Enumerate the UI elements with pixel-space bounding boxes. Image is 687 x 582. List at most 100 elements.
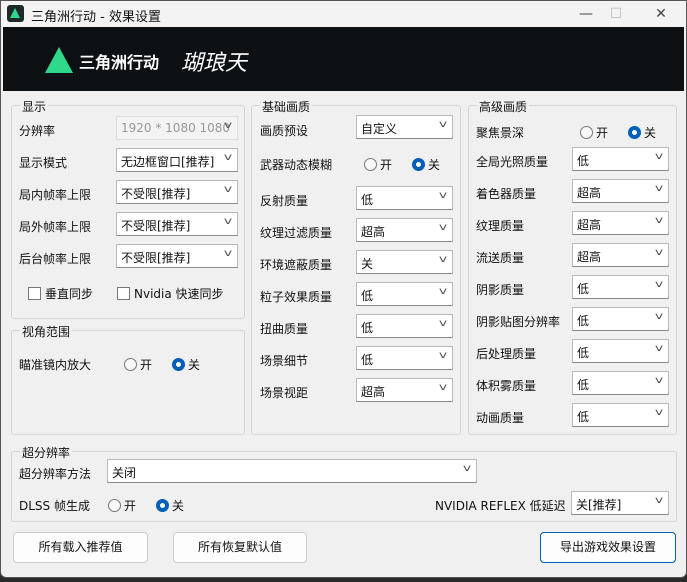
radio-label: 关: [172, 499, 185, 513]
chevron-down-icon: v: [438, 350, 448, 361]
export-settings-button[interactable]: 导出游戏效果设置: [540, 532, 676, 563]
motion-blur-on-radio[interactable]: 开: [364, 156, 392, 173]
chevron-down-icon: v: [654, 407, 664, 418]
select-value: 超高: [577, 186, 602, 200]
setting-select[interactable]: 1920 * 1080 1080 v: [116, 116, 238, 140]
setting-select[interactable]: 低v: [572, 307, 669, 331]
maximize-button[interactable]: ☐: [601, 4, 631, 24]
chevron-down-icon: v: [438, 286, 448, 297]
group-title: 基础画质: [260, 98, 313, 115]
setting-select[interactable]: 低v: [572, 403, 669, 427]
minimize-button[interactable]: —: [571, 4, 601, 24]
dlss-off-radio[interactable]: 关: [156, 497, 184, 514]
setting-select[interactable]: 超高 v: [572, 179, 669, 203]
sr-method-select[interactable]: 关闭 v: [107, 459, 477, 483]
setting-label: 阴影贴图分辨率: [476, 315, 561, 329]
dof-on-radio[interactable]: 开: [580, 124, 608, 141]
setting-label: 粒子效果质量: [260, 290, 333, 304]
select-value: 不受限[推荐]: [121, 219, 191, 233]
chevron-down-icon: v: [438, 119, 448, 130]
scope-zoom-label: 瞄准镜内放大: [19, 358, 92, 372]
select-value: 1920 * 1080 1080: [121, 121, 231, 135]
reflex-select[interactable]: 关[推荐] v: [571, 491, 669, 515]
group-title: 超分辨率: [20, 444, 73, 461]
chevron-down-icon: v: [223, 248, 233, 259]
setting-select[interactable]: 超高 v: [572, 243, 669, 267]
setting-select[interactable]: 不受限[推荐] v: [116, 244, 238, 268]
select-value: 不受限[推荐]: [121, 251, 191, 265]
setting-label: 流送质量: [476, 251, 525, 265]
setting-label: 场景视距: [260, 386, 309, 400]
select-value: 超高: [577, 250, 602, 264]
chevron-down-icon: v: [654, 151, 664, 162]
chevron-down-icon: v: [438, 382, 448, 393]
vsync-checkbox[interactable]: 垂直同步: [28, 285, 93, 302]
checkbox-label: 垂直同步: [45, 287, 94, 301]
setting-label: 阴影质量: [476, 283, 525, 297]
select-value: 关闭: [112, 466, 137, 480]
chevron-down-icon: v: [654, 311, 664, 322]
chevron-down-icon: v: [223, 216, 233, 227]
setting-select[interactable]: 低v: [572, 275, 669, 299]
setting-select[interactable]: 低v: [356, 282, 453, 306]
setting-select[interactable]: 不受限[推荐] v: [116, 180, 238, 204]
select-value: 无边框窗口[推荐]: [121, 155, 215, 169]
setting-select[interactable]: 低v: [356, 186, 453, 210]
nvidia-sync-checkbox[interactable]: Nvidia 快速同步: [117, 285, 224, 302]
select-value: 超高: [361, 225, 386, 239]
motion-blur-off-radio[interactable]: 关: [412, 156, 440, 173]
setting-label: 分辨率: [19, 124, 56, 138]
load-recommended-button[interactable]: 所有载入推荐值: [13, 532, 148, 563]
setting-label: 环境遮蔽质量: [260, 258, 333, 272]
restore-default-button[interactable]: 所有恢复默认值: [173, 532, 307, 563]
title-bar: 三角洲行动 - 效果设置 — ☐ ✕: [1, 1, 686, 27]
setting-select[interactable]: 低v: [572, 371, 669, 395]
setting-select[interactable]: 低v: [356, 314, 453, 338]
dlss-on-radio[interactable]: 开: [108, 497, 136, 514]
chevron-down-icon: v: [223, 184, 233, 195]
setting-select[interactable]: 关v: [356, 250, 453, 274]
group-title: 高级画质: [477, 98, 530, 115]
setting-label: 扭曲质量: [260, 322, 309, 336]
select-value: 关[推荐]: [576, 498, 622, 512]
setting-label: 纹理质量: [476, 219, 525, 233]
dof-off-radio[interactable]: 关: [628, 124, 656, 141]
chevron-down-icon: v: [438, 254, 448, 265]
setting-select[interactable]: 低v: [356, 346, 453, 370]
setting-label: 体积雾质量: [476, 379, 537, 393]
setting-select[interactable]: 不受限[推荐] v: [116, 212, 238, 236]
setting-select[interactable]: 超高 v: [356, 378, 453, 402]
select-value: 关: [361, 257, 374, 271]
setting-label: 后处理质量: [476, 347, 537, 361]
setting-select[interactable]: 低v: [572, 339, 669, 363]
setting-select[interactable]: 无边框窗口[推荐] v: [116, 148, 238, 172]
radio-label: 开: [124, 499, 137, 513]
setting-label: 场景细节: [260, 354, 309, 368]
setting-select[interactable]: 超高 v: [356, 218, 453, 242]
setting-label: 纹理过滤质量: [260, 226, 333, 240]
setting-label: 着色器质量: [476, 187, 537, 201]
setting-label: 局内帧率上限: [19, 188, 92, 202]
select-value: 低: [577, 346, 590, 360]
chevron-down-icon: v: [654, 343, 664, 354]
chevron-down-icon: v: [438, 190, 448, 201]
chevron-down-icon: v: [654, 375, 664, 386]
radio-label: 开: [380, 158, 393, 172]
setting-label: 局外帧率上限: [19, 220, 92, 234]
chevron-down-icon: v: [438, 222, 448, 233]
setting-select[interactable]: 低v: [572, 147, 669, 171]
group-title: 视角范围: [20, 323, 73, 340]
chevron-down-icon: v: [654, 279, 664, 290]
scope-zoom-off-radio[interactable]: 关: [172, 356, 200, 373]
brand-logo-text: 三角洲行动: [79, 53, 160, 72]
fov-group: 视角范围: [11, 323, 245, 435]
close-button[interactable]: ✕: [646, 4, 676, 24]
app-icon: [7, 5, 24, 22]
preset-select[interactable]: 自定义 v: [356, 115, 453, 139]
select-value: 低: [577, 410, 590, 424]
scope-zoom-on-radio[interactable]: 开: [124, 356, 152, 373]
preset-label: 画质预设: [260, 124, 309, 138]
select-value: 低: [361, 353, 374, 367]
chevron-down-icon: v: [223, 152, 233, 163]
setting-select[interactable]: 超高 v: [572, 211, 669, 235]
